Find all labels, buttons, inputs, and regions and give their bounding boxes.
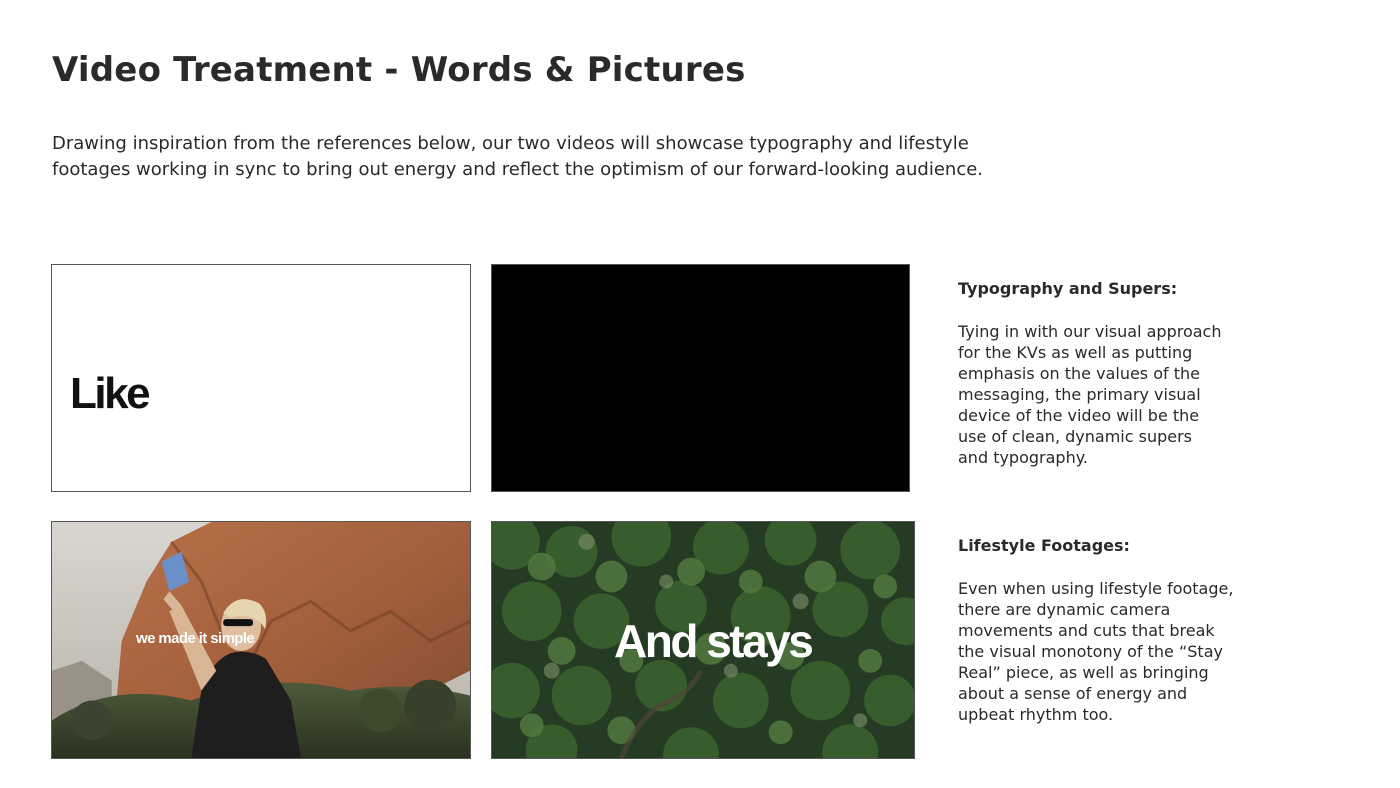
intro-paragraph: Drawing inspiration from the references …	[52, 133, 984, 180]
typography-heading: Typography and Supers:	[958, 279, 1178, 298]
frame-super-text: we made it simple	[136, 630, 255, 647]
desert-cliff-photo	[52, 522, 470, 758]
lifestyle-body: Even when using lifestyle footage, there…	[958, 579, 1234, 724]
frame-super-text: Like	[70, 369, 151, 418]
typography-body: Tying in with our visual approach for th…	[958, 322, 1222, 467]
reference-frame-forest: And stays	[491, 521, 915, 759]
reference-frame-desert: we made it simple	[51, 521, 471, 759]
reference-frame-black	[491, 264, 910, 492]
page-title: Video Treatment - Words & Pictures	[52, 50, 746, 90]
reference-frame-like: Like	[51, 264, 471, 492]
frame-super-text: And stays	[614, 615, 814, 667]
lifestyle-heading: Lifestyle Footages:	[958, 536, 1130, 555]
